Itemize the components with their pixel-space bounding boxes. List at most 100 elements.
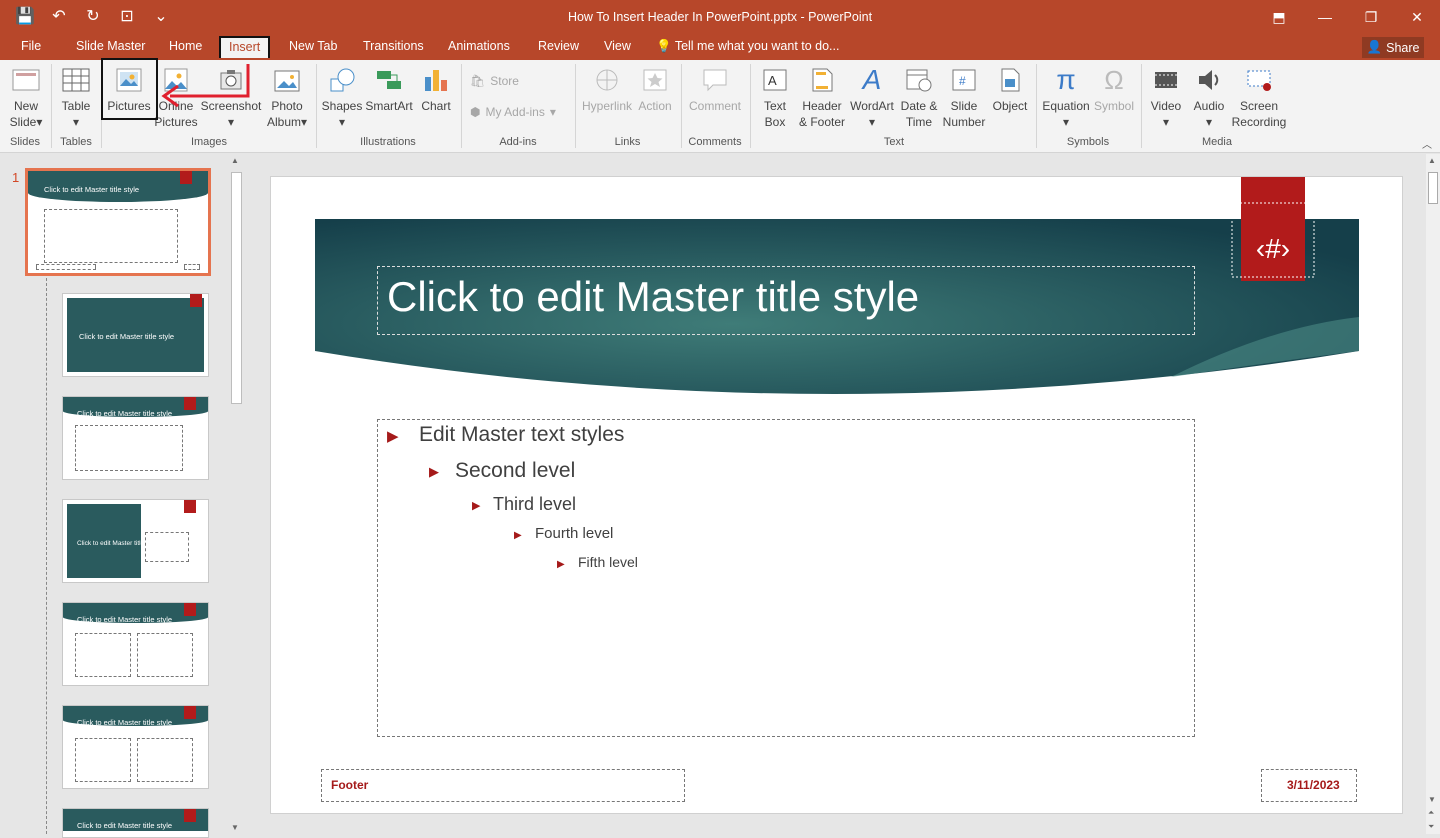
action-icon (639, 64, 671, 96)
tab-view[interactable]: View (604, 39, 631, 53)
collapse-ribbon-icon[interactable]: ︿ (1422, 136, 1432, 151)
comment-icon (699, 64, 731, 96)
tab-transitions[interactable]: Transitions (363, 39, 424, 53)
text-box-button[interactable]: A Text Box (756, 64, 794, 130)
close-button[interactable]: ✕ (1394, 0, 1440, 34)
hyperlink-button[interactable]: Hyperlink (579, 64, 635, 114)
slide-number-button[interactable]: # Slide Number (940, 64, 988, 130)
thumbnail-scrollbar-thumb[interactable] (231, 172, 242, 404)
shapes-icon (326, 64, 358, 96)
symbol-button[interactable]: Ω Symbol (1092, 64, 1136, 114)
group-slides-label: Slides (10, 136, 40, 148)
shapes-button[interactable]: Shapes ▾ (320, 64, 364, 130)
editor-scrollbar[interactable]: ▲ ▼ ⏶ ⏷ (1426, 154, 1440, 834)
thumbnail-layout-content[interactable]: Click to edit Master title style (62, 396, 209, 480)
slide-master-canvas[interactable]: ‹#› Click to edit Master title style ▶ E… (270, 176, 1403, 814)
ribbon-display-options-icon[interactable]: ⬒ (1256, 0, 1302, 34)
screen-recording-button[interactable]: Screen Recording (1230, 64, 1288, 130)
wordart-icon: A (862, 64, 882, 95)
level-4-text: Fourth level (535, 525, 614, 542)
smartart-button[interactable]: SmartArt (362, 64, 416, 114)
tab-slide-master[interactable]: Slide Master (76, 39, 145, 53)
store-button[interactable]: 🛍 Store (470, 74, 519, 88)
comment-button[interactable]: Comment (686, 64, 744, 114)
equation-button[interactable]: π Equation ▾ (1040, 64, 1092, 130)
globe-link-icon (591, 64, 623, 96)
photo-album-icon (271, 64, 303, 96)
group-media-label: Media (1202, 136, 1232, 148)
thumbnail-layout-comparison[interactable]: Click to edit Master title style (62, 705, 209, 789)
store-icon: 🛍 (470, 74, 486, 88)
date-time-button[interactable]: Date & Time (896, 64, 942, 130)
tab-animations[interactable]: Animations (448, 39, 510, 53)
level-1-text: Edit Master text styles (419, 423, 625, 446)
thumbnail-layout-section[interactable]: Click to edit Master title style (62, 499, 209, 583)
scroll-up-icon[interactable]: ▲ (231, 156, 239, 165)
tab-file[interactable]: File (21, 39, 41, 53)
tab-insert[interactable]: Insert (219, 36, 271, 58)
table-button[interactable]: Table ▾ (56, 64, 96, 130)
level-2-text: Second level (455, 459, 576, 482)
tab-home[interactable]: Home (169, 39, 202, 53)
restore-button[interactable]: ❐ (1348, 0, 1394, 34)
audio-button[interactable]: Audio ▾ (1190, 64, 1228, 130)
slide-number-placeholder[interactable]: ‹#› (1245, 233, 1301, 265)
group-images-label: Images (190, 136, 228, 148)
next-slide-icon[interactable]: ⏷ (1428, 822, 1434, 832)
new-slide-icon (10, 64, 42, 96)
group-text-label: Text (883, 136, 905, 148)
group-comments-label: Comments (688, 136, 742, 148)
chart-button[interactable]: Chart (416, 64, 456, 114)
group-symbols-label: Symbols (1066, 136, 1110, 148)
level-3-text: Third level (493, 494, 577, 514)
wordart-button[interactable]: A WordArt ▾ (848, 64, 896, 130)
photo-album-button[interactable]: Photo Album▾ (262, 64, 312, 130)
person-icon: 👤 (1366, 40, 1383, 54)
thumbnail-layout-title[interactable]: Click to edit Master title style (62, 293, 209, 377)
previous-slide-icon[interactable]: ⏶ (1428, 808, 1434, 818)
thumbnail-scrollbar[interactable]: ▲ ▼ (228, 154, 243, 834)
chart-icon (420, 64, 452, 96)
action-button[interactable]: Action (634, 64, 676, 114)
pi-icon: π (1056, 64, 1076, 95)
group-links-label: Links (614, 136, 641, 148)
tab-new-tab[interactable]: New Tab (289, 39, 337, 53)
lightbulb-icon: 💡 (656, 39, 675, 53)
scroll-down-icon[interactable]: ▼ (231, 823, 239, 832)
thumbnail-layout-two-content[interactable]: Click to edit Master title style (62, 602, 209, 686)
footer-placeholder[interactable] (321, 769, 685, 802)
group-illustrations-label: Illustrations (360, 136, 416, 148)
object-button[interactable]: Object (988, 64, 1032, 114)
tell-me-search[interactable]: 💡 Tell me what you want to do... (656, 39, 839, 54)
video-button[interactable]: Video ▾ (1146, 64, 1186, 130)
object-icon (994, 64, 1026, 96)
annotation-arrow (161, 64, 250, 108)
level-2-bullet: ▶ (429, 464, 439, 479)
group-tables-label: Tables (60, 136, 92, 148)
level-3-bullet: ▶ (472, 500, 481, 512)
editor-scrollbar-thumb[interactable] (1428, 172, 1438, 204)
title-bar: 💾 ↶ ↻ ⊡ ⌄ How To Insert Header In PowerP… (0, 0, 1440, 34)
header-footer-icon (806, 64, 838, 96)
tab-review[interactable]: Review (538, 39, 579, 53)
footer-text: Footer (331, 778, 369, 792)
layout-connector-line (46, 278, 47, 834)
addins-icon: ⬢ (470, 105, 481, 119)
date-text: 3/11/2023 (1287, 778, 1340, 792)
minimize-button[interactable]: — (1302, 0, 1348, 34)
new-slide-button[interactable]: New Slide▾ (6, 64, 46, 130)
share-button[interactable]: 👤 Share (1362, 37, 1424, 58)
slide-number-label: 1 (12, 170, 20, 185)
thumbnail-slide-master[interactable]: Click to edit Master title style (25, 168, 211, 276)
editor-scroll-down-icon[interactable]: ▼ (1428, 795, 1436, 804)
text-box-icon: A (759, 64, 791, 96)
svg-text:A: A (768, 73, 777, 88)
my-addins-button[interactable]: ⬢ My Add-ins ▾ (470, 105, 556, 119)
ribbon-tabs: File Slide Master Home Insert New Tab Tr… (0, 34, 1440, 60)
pictures-highlight-box (101, 58, 158, 120)
group-addins-label: Add-ins (499, 136, 537, 148)
header-footer-button[interactable]: Header & Footer (796, 64, 848, 130)
master-title-text: Click to edit Master title style (387, 273, 920, 320)
table-icon (60, 64, 92, 96)
editor-scroll-up-icon[interactable]: ▲ (1428, 156, 1436, 165)
